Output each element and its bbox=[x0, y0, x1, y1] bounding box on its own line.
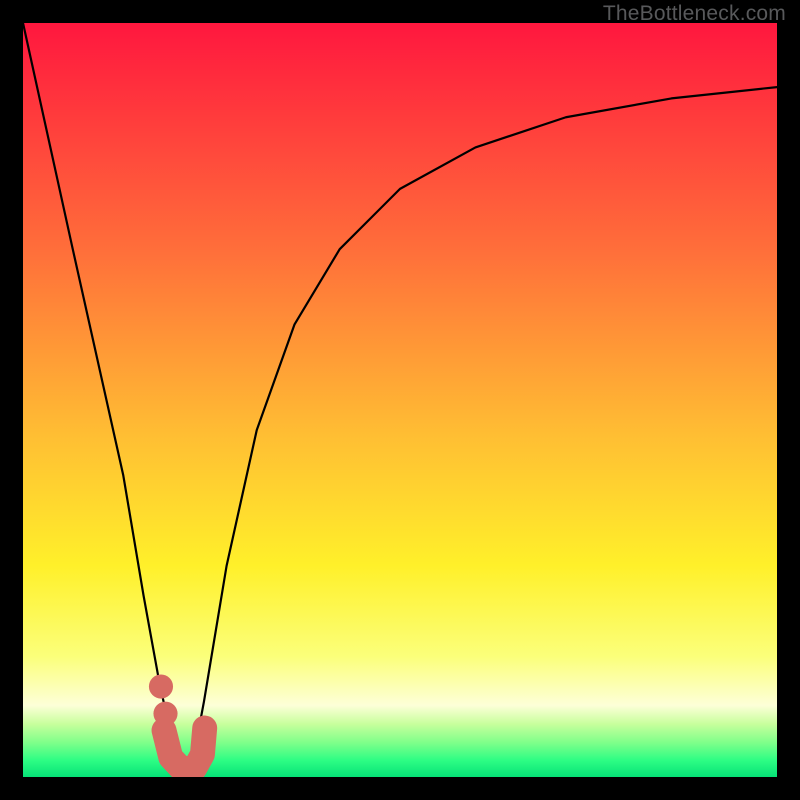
gradient-background bbox=[23, 23, 777, 777]
plot-area bbox=[23, 23, 777, 777]
chart-svg bbox=[23, 23, 777, 777]
marker-dot-0 bbox=[149, 674, 173, 698]
marker-dot-1 bbox=[153, 702, 177, 726]
watermark-text: TheBottleneck.com bbox=[603, 2, 786, 26]
chart-frame: TheBottleneck.com bbox=[0, 0, 800, 800]
